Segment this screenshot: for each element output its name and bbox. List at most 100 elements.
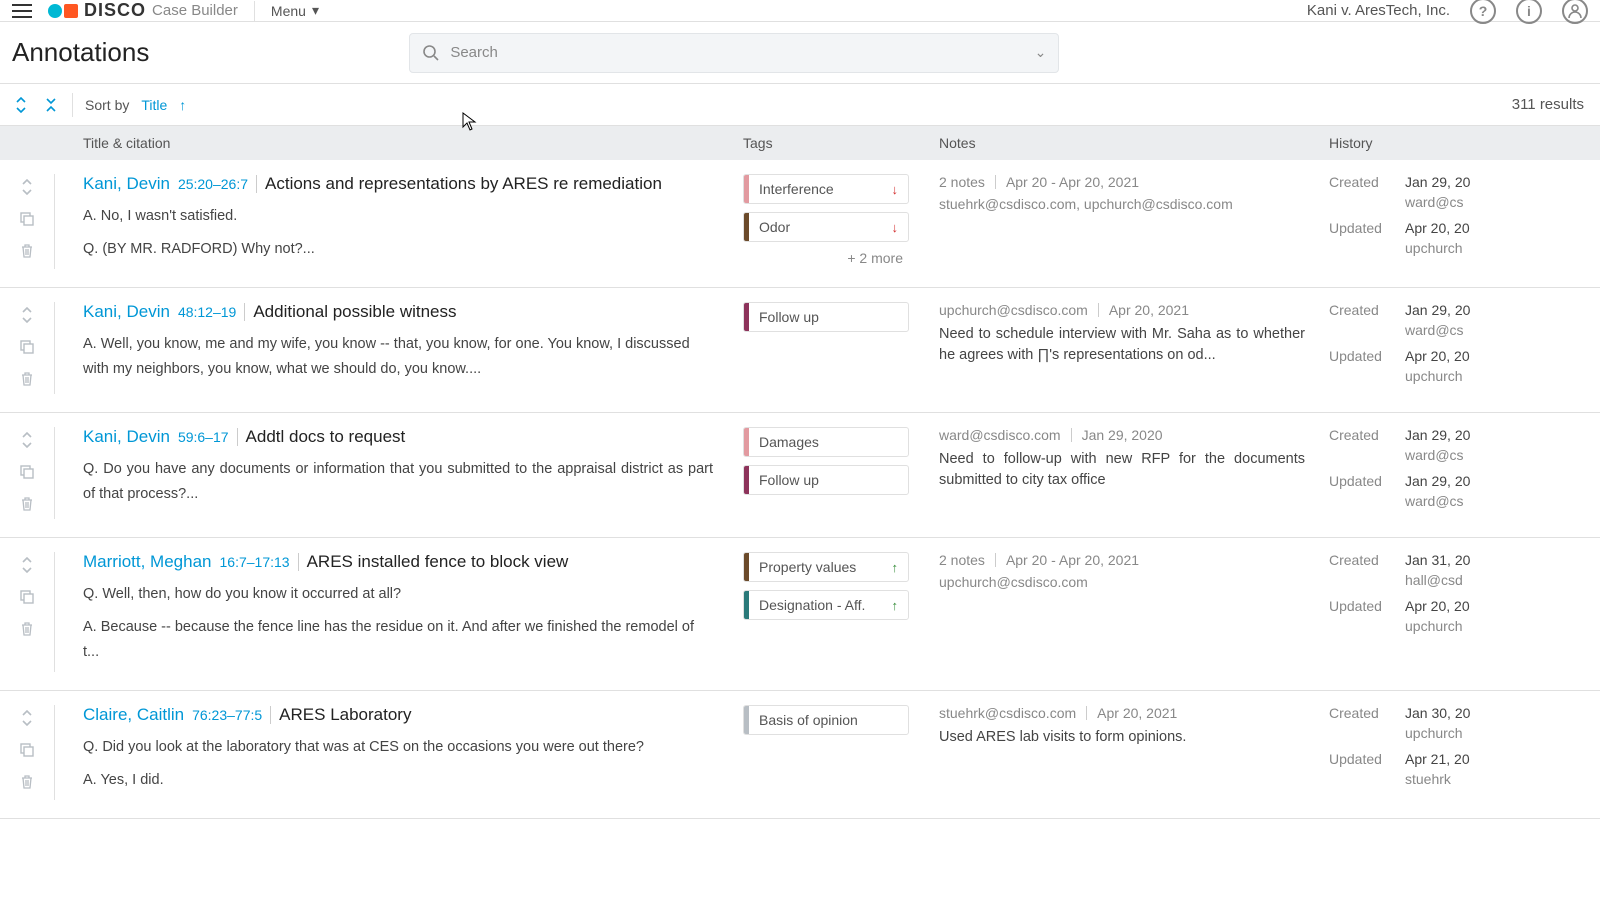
- column-history: History: [1329, 135, 1600, 151]
- history-created-date: Jan 29, 20: [1405, 302, 1470, 318]
- chevron-down-icon: ▾: [312, 2, 319, 19]
- search-input[interactable]: [450, 44, 1024, 61]
- trash-icon[interactable]: [18, 620, 36, 638]
- excerpt-line: Q. Do you have any documents or informat…: [83, 457, 713, 506]
- expand-row-icon[interactable]: [18, 556, 36, 574]
- trash-icon[interactable]: [18, 370, 36, 388]
- history-created-label: Created: [1329, 552, 1385, 568]
- annotation-row: Claire, Caitlin 76:23–77:5 ARES Laborato…: [0, 691, 1600, 819]
- annotation-row: Kani, Devin 48:12–19 Additional possible…: [0, 288, 1600, 413]
- deponent-link[interactable]: Kani, Devin: [83, 302, 170, 322]
- tag-chip[interactable]: Odor↓: [743, 212, 909, 242]
- history-created-by: ward@cs: [1405, 447, 1600, 463]
- tag-label: Follow up: [749, 309, 908, 325]
- history-created-by: ward@cs: [1405, 322, 1600, 338]
- history-updated-date: Apr 20, 20: [1405, 598, 1470, 614]
- expand-row-icon[interactable]: [18, 306, 36, 324]
- history-updated-label: Updated: [1329, 220, 1385, 236]
- sort-direction-icon[interactable]: ↑: [179, 97, 186, 113]
- copy-icon[interactable]: [18, 338, 36, 356]
- tag-chip[interactable]: Follow up: [743, 465, 909, 495]
- tag-label: Odor: [749, 219, 892, 235]
- history-updated-label: Updated: [1329, 473, 1385, 489]
- notes-meta-1: stuehrk@csdisco.com: [939, 705, 1076, 721]
- trash-icon[interactable]: [18, 242, 36, 260]
- user-avatar-icon[interactable]: [1562, 0, 1588, 24]
- history-updated-by: upchurch: [1405, 240, 1600, 256]
- tag-label: Property values: [749, 559, 892, 575]
- sort-row: Sort by Title ↑ 311 results: [0, 84, 1600, 126]
- help-icon[interactable]: ?: [1470, 0, 1496, 24]
- trash-icon[interactable]: [18, 495, 36, 513]
- deponent-link[interactable]: Marriott, Meghan: [83, 552, 212, 572]
- expand-row-icon[interactable]: [18, 709, 36, 727]
- divider: [298, 553, 299, 571]
- more-tags-link[interactable]: + 2 more: [743, 250, 909, 266]
- history-created-label: Created: [1329, 705, 1385, 721]
- search-box[interactable]: ⌄: [409, 33, 1059, 73]
- tag-chip[interactable]: Designation - Aff.↑: [743, 590, 909, 620]
- history-created-by: hall@csd: [1405, 572, 1600, 588]
- arrow-down-icon: ↓: [892, 220, 909, 235]
- notes-meta-2: Apr 20, 2021: [1109, 302, 1189, 318]
- history-created-by: upchurch: [1405, 725, 1600, 741]
- expand-all-icon[interactable]: [12, 96, 30, 114]
- deponent-link[interactable]: Kani, Devin: [83, 174, 170, 194]
- history-created-date: Jan 31, 20: [1405, 552, 1470, 568]
- annotation-title: Actions and representations by ARES re r…: [265, 174, 662, 194]
- citation[interactable]: 59:6–17: [178, 429, 229, 445]
- history-created-date: Jan 29, 20: [1405, 174, 1470, 190]
- header-row: Annotations ⌄: [0, 22, 1600, 84]
- copy-icon[interactable]: [18, 588, 36, 606]
- citation[interactable]: 25:20–26:7: [178, 176, 248, 192]
- history-created-label: Created: [1329, 174, 1385, 190]
- tag-label: Interference: [749, 181, 892, 197]
- history-updated-label: Updated: [1329, 598, 1385, 614]
- annotation-title: Addtl docs to request: [246, 427, 406, 447]
- history-updated-by: upchurch: [1405, 368, 1600, 384]
- deponent-link[interactable]: Claire, Caitlin: [83, 705, 184, 725]
- notes-body: Used ARES lab visits to form opinions.: [939, 727, 1305, 748]
- expand-row-icon[interactable]: [18, 431, 36, 449]
- annotation-title: ARES Laboratory: [279, 705, 411, 725]
- tag-chip[interactable]: Interference↓: [743, 174, 909, 204]
- divider: [270, 706, 271, 724]
- menu-button[interactable]: Menu ▾: [271, 2, 319, 19]
- copy-icon[interactable]: [18, 741, 36, 759]
- hamburger-icon[interactable]: [12, 4, 32, 18]
- trash-icon[interactable]: [18, 773, 36, 791]
- tag-chip[interactable]: Follow up: [743, 302, 909, 332]
- tag-chip[interactable]: Property values↑: [743, 552, 909, 582]
- notes-author: upchurch@csdisco.com: [939, 574, 1305, 590]
- sort-by-label: Sort by: [85, 97, 129, 113]
- tag-chip[interactable]: Basis of opinion: [743, 705, 909, 735]
- deponent-link[interactable]: Kani, Devin: [83, 427, 170, 447]
- notes-meta-2: Apr 20 - Apr 20, 2021: [1006, 552, 1139, 568]
- history-created-by: ward@cs: [1405, 194, 1600, 210]
- copy-icon[interactable]: [18, 463, 36, 481]
- collapse-all-icon[interactable]: [42, 96, 60, 114]
- logo-subtitle: Case Builder: [152, 2, 238, 19]
- column-notes: Notes: [939, 135, 1329, 151]
- sort-field[interactable]: Title: [141, 97, 167, 113]
- logo: DISCO Case Builder: [48, 0, 238, 21]
- annotation-row: Kani, Devin 25:20–26:7 Actions and repre…: [0, 160, 1600, 288]
- citation[interactable]: 48:12–19: [178, 304, 236, 320]
- tag-chip[interactable]: Damages: [743, 427, 909, 457]
- tag-label: Designation - Aff.: [749, 597, 892, 613]
- excerpt-line: Q. (BY MR. RADFORD) Why not?...: [83, 237, 713, 262]
- citation[interactable]: 16:7–17:13: [220, 554, 290, 570]
- expand-row-icon[interactable]: [18, 178, 36, 196]
- menu-label: Menu: [271, 3, 306, 19]
- divider: [254, 1, 255, 21]
- copy-icon[interactable]: [18, 210, 36, 228]
- notes-meta-2: Apr 20 - Apr 20, 2021: [1006, 174, 1139, 190]
- citation[interactable]: 76:23–77:5: [192, 707, 262, 723]
- excerpt-line: A. No, I wasn't satisfied.: [83, 204, 713, 229]
- info-icon[interactable]: i: [1516, 0, 1542, 24]
- history-created-label: Created: [1329, 302, 1385, 318]
- chevron-down-icon[interactable]: ⌄: [1035, 44, 1047, 61]
- excerpt-line: A. Yes, I did.: [83, 768, 713, 793]
- arrow-up-icon: ↑: [892, 598, 909, 613]
- notes-meta-2: Jan 29, 2020: [1082, 427, 1163, 443]
